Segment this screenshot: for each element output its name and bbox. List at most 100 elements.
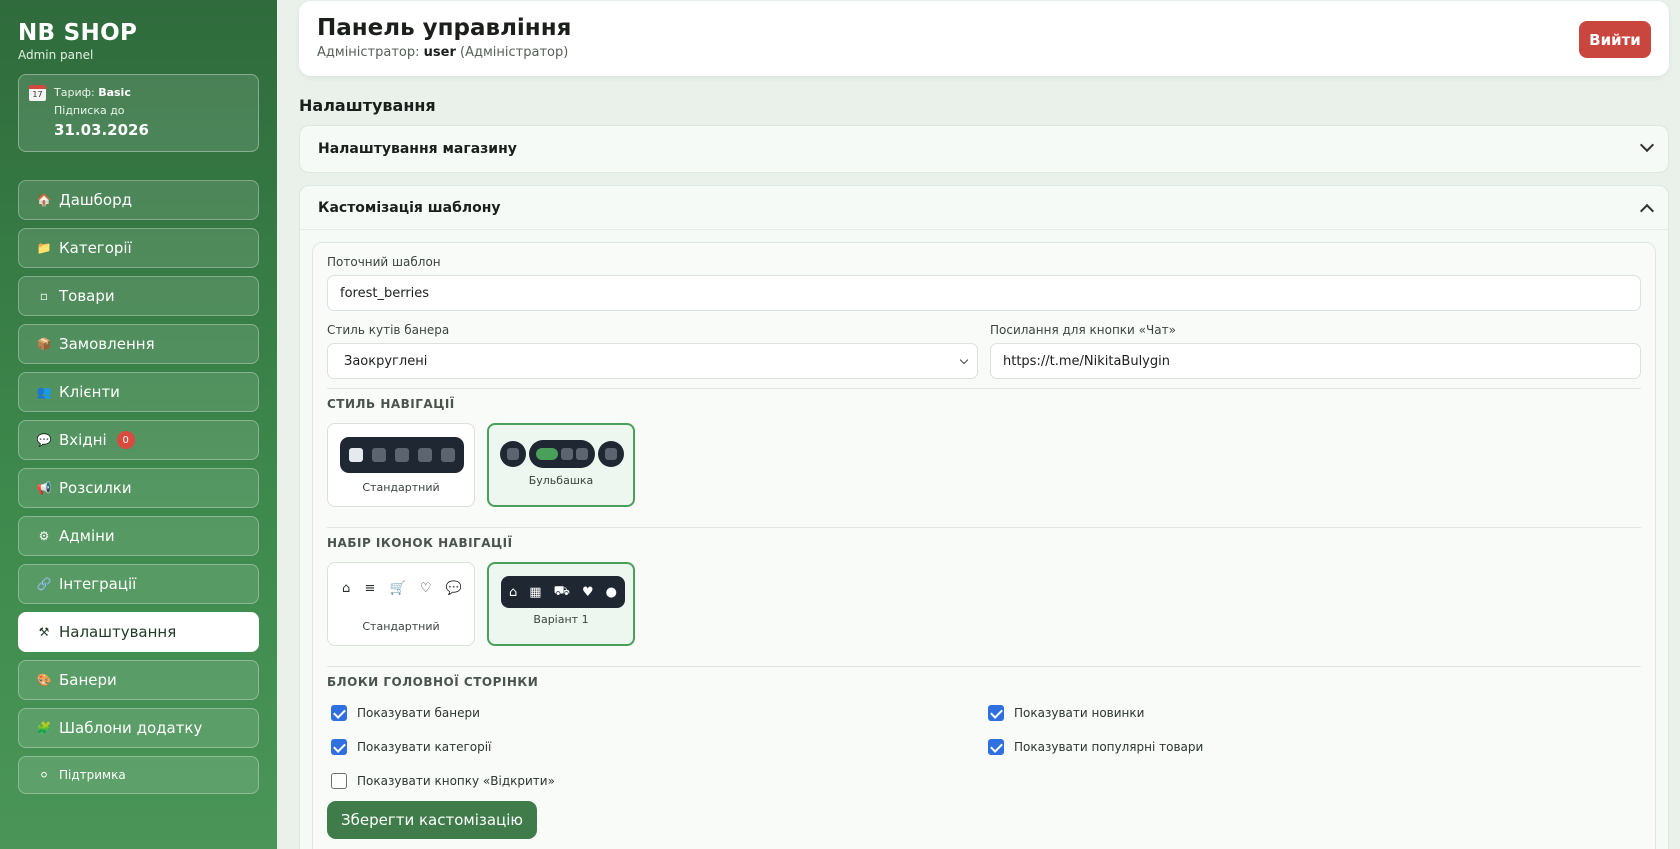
checkbox[interactable]: [331, 705, 347, 721]
brand-logo: NB SHOP: [18, 20, 138, 46]
sidebar-item-label: Дашборд: [59, 191, 132, 209]
show-new-items-check[interactable]: Показувати новинки: [984, 703, 1641, 723]
sidebar-item-integrations[interactable]: 🔗 Інтеграції: [18, 564, 259, 604]
users-icon: 👥: [36, 385, 52, 399]
chat-link-label: Посилання для кнопки «Чат»: [990, 323, 1176, 337]
chat-icon: ●: [605, 584, 617, 600]
home-icon: 🏠: [36, 193, 52, 207]
nav-icons-title: Набір іконок навігації: [327, 536, 513, 550]
subscription-date: 31.03.2026: [54, 121, 149, 139]
sidebar-item-mailings[interactable]: 📢 Розсилки: [18, 468, 259, 508]
logout-button[interactable]: Вийти: [1579, 21, 1651, 58]
checkbox[interactable]: [331, 739, 347, 755]
template-customization-header[interactable]: Кастомізація шаблону: [300, 186, 1668, 230]
chat-link-field[interactable]: https://t.me/NikitaBulygin: [990, 343, 1641, 379]
check-label: Показувати популярні товари: [1014, 740, 1204, 754]
sidebar-item-clients[interactable]: 👥 Клієнти: [18, 372, 259, 412]
home-blocks-checks: Показувати банери Показувати новинки Пок…: [327, 703, 1641, 791]
save-customization-button[interactable]: Зберегти кастомізацію: [327, 801, 538, 839]
sidebar-item-label: Шаблони додатку: [59, 719, 203, 737]
admin-username: user: [423, 45, 456, 60]
standard-icons-preview: ⌂ ≡ 🛒 ♡ 💬: [342, 581, 462, 596]
brand-subtitle: Admin panel: [18, 48, 94, 62]
tariff-row: Тариф: Basic: [54, 84, 248, 102]
subscription-label: Підписка до: [54, 104, 125, 117]
divider: [327, 388, 1641, 389]
home-icon: ⌂: [509, 584, 518, 600]
gear-icon: ⚙: [38, 529, 50, 543]
sidebar-item-app-templates[interactable]: 🧩 Шаблони додатку: [18, 708, 259, 748]
checkbox[interactable]: [988, 705, 1004, 721]
sidebar-item-label: Товари: [59, 287, 115, 305]
sidebar-item-label: Категорії: [59, 239, 132, 257]
nav-style-standard-card[interactable]: Стандартний: [327, 423, 475, 507]
product-icon: ▫: [39, 289, 49, 303]
template-customization-label: Кастомізація шаблону: [318, 199, 501, 216]
standard-nav-preview: [340, 437, 464, 473]
nav-icons-variant1-card[interactable]: ⌂ ▦ ⛟ ♥ ● Варіант 1: [487, 562, 635, 646]
sidebar: NB SHOP Admin panel 17 Тариф: Basic Підп…: [0, 0, 277, 849]
sidebar-item-label: Вхідні: [59, 431, 107, 449]
sidebar-item-settings[interactable]: ⚒ Налаштування: [18, 612, 259, 652]
show-popular-check[interactable]: Показувати популярні товари: [984, 737, 1641, 757]
nav-icons-standard-label: Стандартний: [362, 620, 440, 633]
cart-icon: 🛒: [389, 581, 406, 596]
calendar-icon: 17: [29, 85, 46, 101]
folder-icon: 📁: [36, 241, 52, 255]
show-open-button-check[interactable]: Показувати кнопку «Відкрити»: [327, 771, 984, 791]
banner-corners-select[interactable]: Заокруглені: [327, 343, 978, 379]
nav-style-standard-label: Стандартний: [362, 481, 440, 494]
sidebar-item-admins[interactable]: ⚙ Адміни: [18, 516, 259, 556]
current-template-field[interactable]: forest_berries: [327, 275, 1641, 311]
show-categories-check[interactable]: Показувати категорії: [327, 737, 984, 757]
megaphone-icon: 📢: [36, 481, 52, 495]
sidebar-item-label: Підтримка: [59, 768, 126, 782]
link-icon: 🔗: [36, 577, 52, 591]
tariff-value: Basic: [98, 86, 131, 99]
chat-icon: 💬: [445, 581, 462, 596]
show-banners-check[interactable]: Показувати банери: [327, 703, 984, 723]
tariff-label: Тариф:: [54, 86, 95, 99]
sidebar-item-banners[interactable]: 🎨 Банери: [18, 660, 259, 700]
check-label: Показувати банери: [357, 706, 480, 720]
subscription-card: 17 Тариф: Basic Підписка до 31.03.2026: [18, 74, 259, 152]
sidebar-item-label: Адміни: [59, 527, 115, 545]
check-label: Показувати новинки: [1014, 706, 1145, 720]
sidebar-item-label: Налаштування: [59, 623, 177, 641]
nav-style-bubble-card[interactable]: Бульбашка: [487, 423, 635, 507]
heart-icon: ♡: [419, 581, 432, 596]
chevron-down-icon: [959, 355, 969, 365]
menu-icon: ≡: [364, 581, 376, 596]
check-label: Показувати категорії: [357, 740, 492, 754]
checkbox[interactable]: [988, 739, 1004, 755]
checkbox[interactable]: [331, 773, 347, 789]
nav-style-title: Стиль навігації: [327, 397, 455, 411]
cart-icon: ⛟: [553, 583, 570, 599]
sidebar-item-label: Інтеграції: [59, 575, 137, 593]
store-settings-accordion: Налаштування магазину: [299, 125, 1669, 173]
admin-role: (Адміністратор): [460, 45, 569, 60]
nav-icons-standard-card[interactable]: ⌂ ≡ 🛒 ♡ 💬 Стандартний: [327, 562, 475, 646]
divider: [327, 527, 1641, 528]
sidebar-item-orders[interactable]: 📦 Замовлення: [18, 324, 259, 364]
sidebar-nav: 🏠 Дашборд 📁 Категорії ▫ Товари 📦 Замовле…: [18, 180, 259, 794]
divider: [327, 666, 1641, 667]
home-icon: ⌂: [342, 581, 351, 596]
nav-icons-options: ⌂ ≡ 🛒 ♡ 💬 Стандартний ⌂ ▦ ⛟ ♥ ● Варіант …: [327, 562, 1641, 646]
chat-bubble-icon: 💬: [36, 433, 52, 447]
nav-style-bubble-label: Бульбашка: [528, 474, 594, 487]
variant1-icons-preview: ⌂ ▦ ⛟ ♥ ●: [501, 576, 625, 608]
sidebar-item-products[interactable]: ▫ Товари: [18, 276, 259, 316]
template-customization-accordion: Кастомізація шаблону Поточний шаблон for…: [299, 185, 1669, 849]
current-template-label: Поточний шаблон: [327, 255, 441, 269]
settings-title: Налаштування: [299, 96, 436, 115]
sidebar-item-inbox[interactable]: 💬 Вхідні 0: [18, 420, 259, 460]
sidebar-item-support[interactable]: ⚪ Підтримка: [18, 756, 259, 794]
nav-icons-variant1-label: Варіант 1: [533, 613, 589, 626]
store-settings-header[interactable]: Налаштування магазину: [300, 126, 1668, 172]
sidebar-item-categories[interactable]: 📁 Категорії: [18, 228, 259, 268]
main-content: Панель управління Адміністратор: user (А…: [299, 0, 1669, 849]
home-blocks-title: Блоки головної сторінки: [327, 675, 539, 689]
puzzle-icon: 🧩: [36, 721, 52, 735]
sidebar-item-dashboard[interactable]: 🏠 Дашборд: [18, 180, 259, 220]
